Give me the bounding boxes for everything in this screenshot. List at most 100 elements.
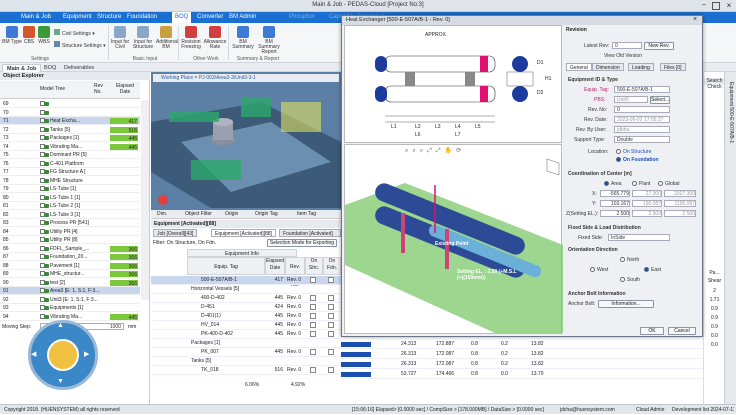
equipment-row[interactable]: TK_018 516 Rev. 0 — [151, 366, 341, 375]
on-strc-checkbox[interactable] — [310, 295, 316, 301]
tab-files[interactable]: Files [0] — [660, 63, 686, 71]
bm-type-button[interactable]: BM Type — [2, 26, 22, 45]
equipment-row[interactable]: PK-400-D-402 445 Rev. 0 — [151, 330, 341, 339]
x-area[interactable]: -565.779 — [600, 190, 630, 197]
cancel-button[interactable]: Cancel — [668, 327, 696, 335]
z-area[interactable]: 2.500 — [600, 210, 630, 217]
on-fdn-checkbox[interactable] — [328, 367, 334, 373]
additional-bm-button[interactable]: Additional BM — [156, 26, 178, 50]
origin-button[interactable]: Origin — [225, 211, 238, 217]
tree-row[interactable]: 87 Foundation_20... 366 — [0, 253, 140, 261]
nav-down-icon[interactable]: ▼ — [57, 378, 64, 385]
tree-row[interactable]: 77 FG Structure A [ — [0, 168, 140, 176]
tab-equipment-activated[interactable]: Equipment [Activated][88] — [211, 229, 276, 237]
view-old-version[interactable]: View Old Version — [604, 53, 642, 59]
tree-row[interactable]: 78 MHE Structure — [0, 177, 140, 185]
new-rev-button[interactable]: New Rev. — [644, 42, 674, 50]
north-radio[interactable] — [620, 257, 625, 262]
navigation-wheel-center[interactable] — [47, 339, 79, 371]
on-fdn-checkbox[interactable] — [328, 331, 334, 337]
equipment-row[interactable]: PK_007 445 Rev. 0 — [151, 348, 341, 357]
maximize-button[interactable] — [712, 2, 720, 10]
tree-scrollbar[interactable] — [141, 100, 149, 300]
tree-row[interactable]: 72 Tanks [5] 516 — [0, 126, 140, 134]
equipment-row[interactable]: D-401(1) 445 Rev. 0 — [151, 312, 341, 321]
3d-viewport[interactable]: Working Place = PJ-003/Area3-3/Unit3-3-1 — [151, 72, 341, 210]
search-check-button[interactable]: Search Check — [704, 78, 725, 90]
tree-row[interactable]: 83 Process PR [541] — [0, 219, 140, 227]
tree-row[interactable]: 90 test [2] 366 — [0, 279, 140, 287]
tree-row[interactable]: 89 MHE_structur... 366 — [0, 270, 140, 278]
tree-row[interactable]: 93 Equipments [1] — [0, 304, 140, 312]
tree-row[interactable]: 75 Dominant PR [5] — [0, 151, 140, 159]
on-strc-checkbox[interactable] — [310, 304, 316, 310]
on-fdn-checkbox[interactable] — [328, 313, 334, 319]
input-for-structure-button[interactable]: Input for Structure — [131, 26, 155, 50]
cbs-button[interactable]: CBS — [22, 26, 36, 45]
global-radio[interactable] — [658, 181, 663, 186]
equip-tag-field[interactable]: 500-E-507A/B-1 — [614, 86, 670, 93]
y-area[interactable]: 103.167 — [600, 200, 630, 207]
tab-foundation-activated[interactable]: Foundation [Activated][88] — [279, 229, 341, 245]
on-foundation-radio[interactable] — [616, 157, 621, 162]
tree-row[interactable]: 71 Heat Excha... 417 — [0, 117, 140, 125]
allowance-rate-button[interactable]: Allowance Rate — [203, 26, 227, 50]
on-structure-radio[interactable] — [616, 149, 621, 154]
fixed-side-select[interactable]: InSide — [608, 234, 670, 241]
tab-deliverables[interactable]: Deliverables — [60, 64, 98, 72]
tree-row[interactable]: 88 Pavement [1] 366 — [0, 262, 140, 270]
equipment-row[interactable]: 400-D-402 445 Rev. 0 — [151, 294, 341, 303]
plant-radio[interactable] — [632, 181, 637, 186]
on-strc-checkbox[interactable] — [310, 349, 316, 355]
tree-row[interactable]: 70 — [0, 109, 140, 117]
on-strc-checkbox[interactable] — [310, 313, 316, 319]
tree-row[interactable]: 85 Utility PR [8] — [0, 236, 140, 244]
tree-row[interactable]: 76 C-401 Platform — [0, 160, 140, 168]
exchanger-3d-view[interactable]: ⌕⌕⌕⤢⤢✋⟳ Existing Point Setting EL. : 2.5… — [344, 144, 563, 334]
anchor-info-button[interactable]: Information... — [598, 300, 654, 308]
on-fdn-checkbox[interactable] — [328, 277, 334, 283]
on-strc-checkbox[interactable] — [310, 322, 316, 328]
menu-converter[interactable]: Converter — [194, 12, 226, 23]
tab-general[interactable]: General — [566, 63, 592, 71]
item-tag-button[interactable]: Item Tag — [297, 211, 316, 217]
equipment-row[interactable]: D-451 424 Rev. 0 — [151, 303, 341, 312]
tab-main-job[interactable]: Main & Job — [2, 64, 42, 72]
on-strc-checkbox[interactable] — [310, 367, 316, 373]
tab-dimension[interactable]: Dimension — [592, 63, 624, 71]
tree-row[interactable]: 82 LS-Tube 3 [1] — [0, 211, 140, 219]
tab-boq[interactable]: BOQ — [40, 64, 60, 72]
tree-row[interactable]: 94 Vibrating Ma... 445 — [0, 313, 140, 321]
nav-right-icon[interactable]: ▶ — [84, 350, 89, 358]
tree-row[interactable]: 69 — [0, 100, 140, 108]
ok-button[interactable]: OK — [640, 327, 664, 335]
selection-mode-button[interactable]: Selection Mode for Exporting — [267, 239, 337, 247]
tree-row[interactable]: 84 Utility PR [4] — [0, 228, 140, 236]
nav-up-icon[interactable]: ▲ — [57, 322, 64, 329]
menu-bm-admin[interactable]: BM Admin — [226, 12, 259, 23]
dialog-close-button[interactable]: × — [690, 16, 700, 25]
object-filter-button[interactable]: Object Filter — [185, 211, 212, 217]
wbs-button[interactable]: WBS — [37, 26, 51, 45]
tree-row[interactable]: 79 LS-Tube [1] — [0, 185, 140, 193]
on-strc-checkbox[interactable] — [310, 331, 316, 337]
east-radio[interactable] — [644, 267, 649, 272]
pbs-select-button[interactable]: Select... — [650, 96, 670, 104]
south-radio[interactable] — [620, 277, 625, 282]
revision-freezing-button[interactable]: Revision Freezing — [180, 26, 202, 50]
nav-left-icon[interactable]: ◀ — [31, 350, 36, 358]
menu-phosphor[interactable]: Phosphor — [286, 12, 318, 23]
tree-row[interactable]: 86 FDFL_Sample_... 366 — [0, 245, 140, 253]
menu-boq[interactable]: BOQ — [172, 12, 192, 23]
close-button[interactable]: × — [724, 1, 734, 11]
tab-job-overall[interactable]: Job [Overall][43] — [153, 229, 198, 237]
equipment-row[interactable]: 500-E-507A/B-1 417 Rev. 0 — [151, 276, 341, 285]
tree-row[interactable]: 80 LS-Tube 1 [1] — [0, 194, 140, 202]
menu-equipment[interactable]: Equipment — [60, 12, 95, 23]
tree-row[interactable]: 91 Area3 [E: 1, S:1, F:3... — [0, 287, 140, 295]
dim-button[interactable]: Dim. — [157, 211, 167, 217]
tree-row[interactable]: 74 Vibrating Ma... 445 — [0, 143, 140, 151]
on-strc-checkbox[interactable] — [310, 277, 316, 283]
civil-settings-button[interactable]: Civil Settings ▾ — [54, 29, 102, 37]
structure-settings-button[interactable]: Structure Settings ▾ — [54, 41, 112, 49]
